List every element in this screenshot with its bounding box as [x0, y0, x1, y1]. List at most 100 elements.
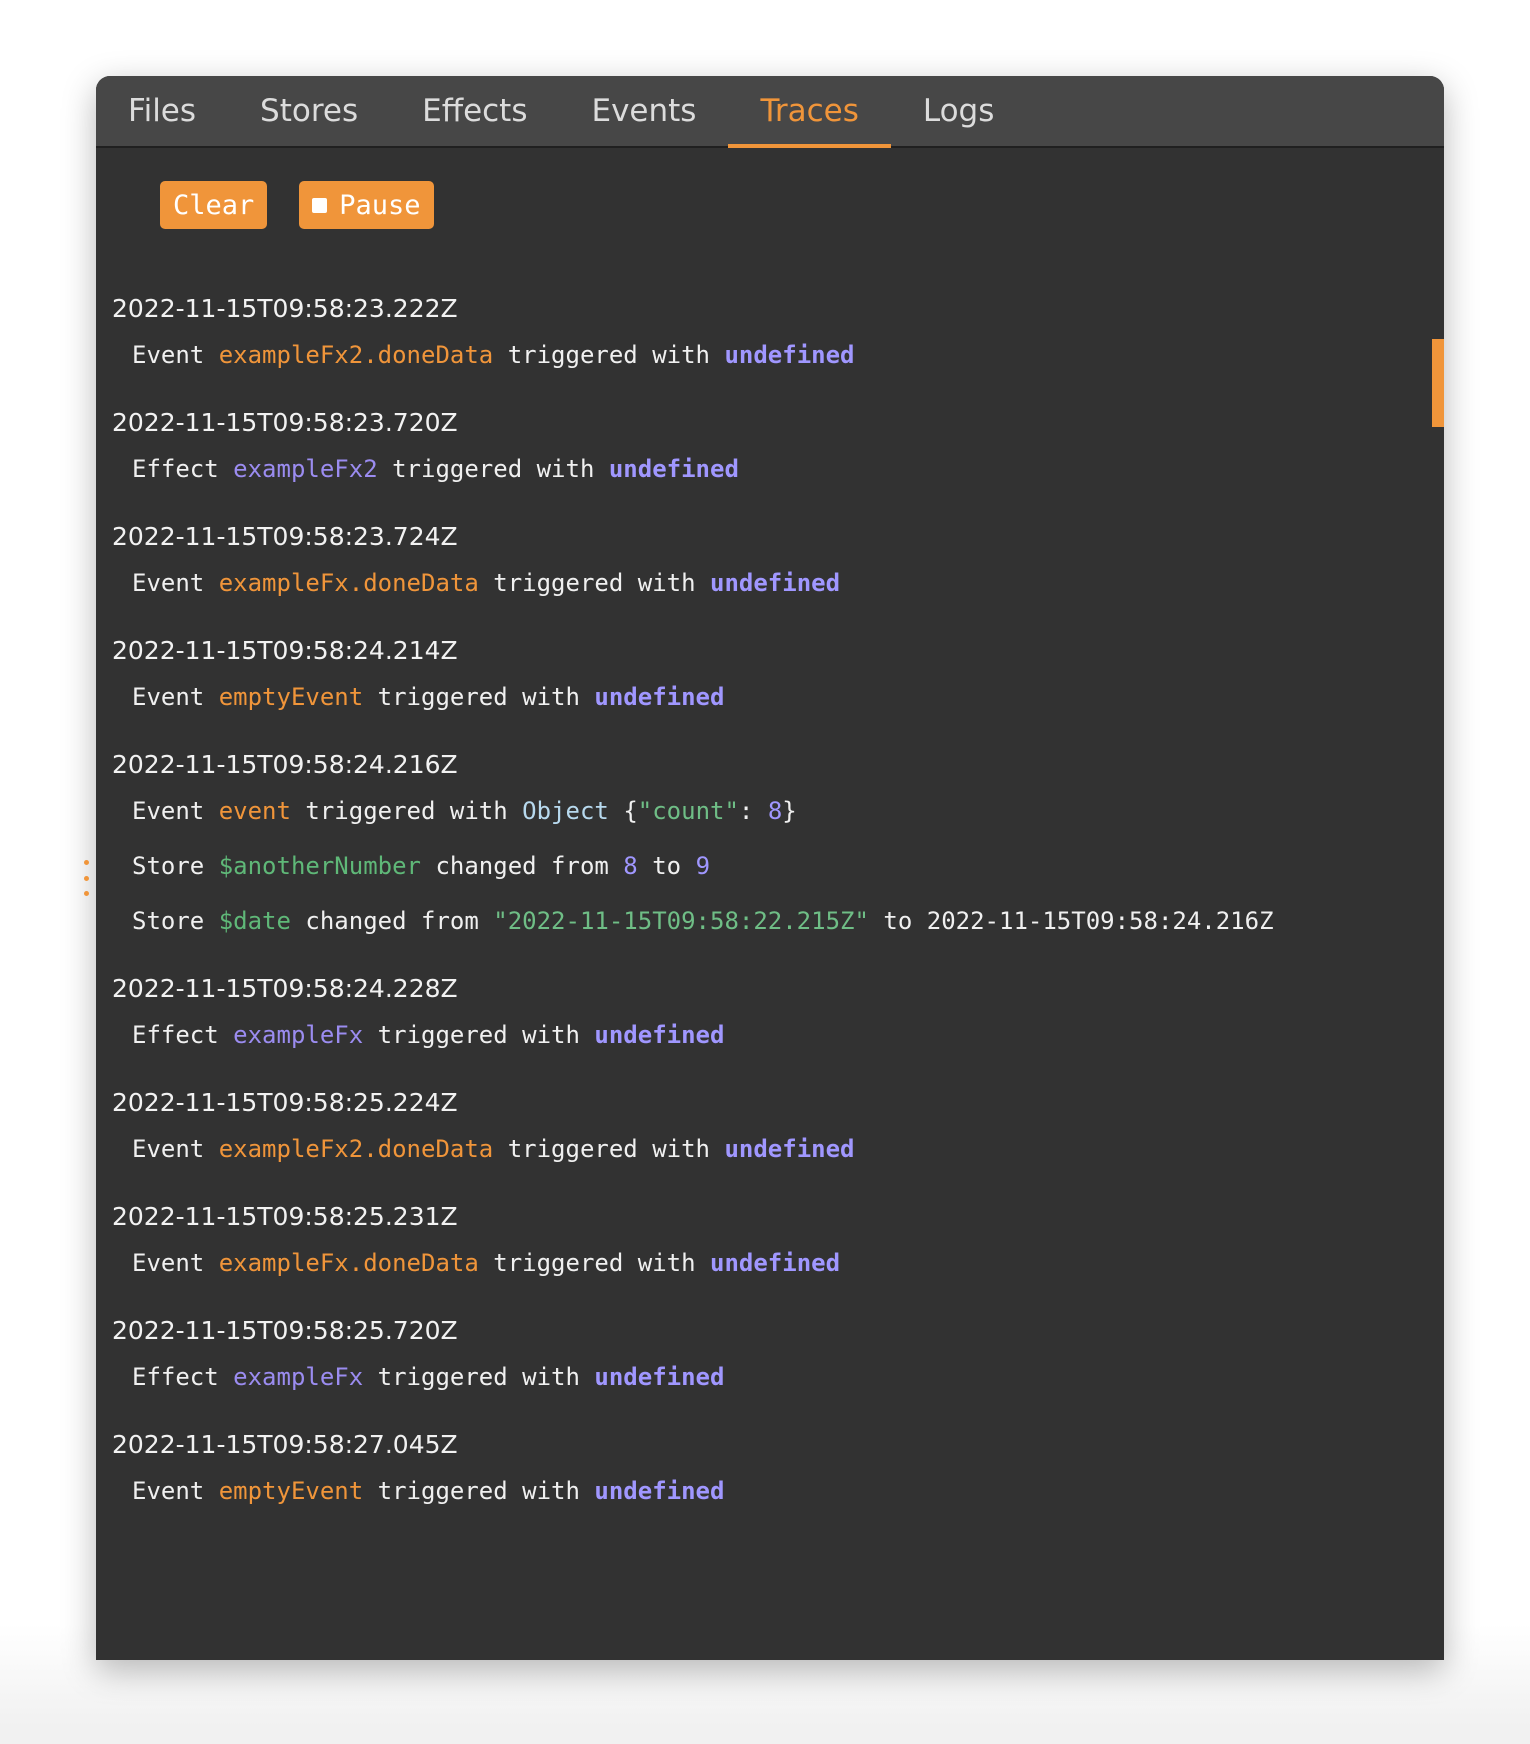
clear-button[interactable]: Clear — [160, 181, 268, 229]
trace-verb: triggered with — [392, 455, 595, 483]
scrollbar-thumb[interactable] — [1432, 339, 1444, 427]
trace-unit-name: exampleFx2 — [233, 455, 378, 483]
trace-unit-kind: Event — [132, 1477, 205, 1505]
tab-effects[interactable]: Effects — [390, 76, 559, 146]
trace-line: Effect exampleFx triggered with undefine… — [112, 1362, 1444, 1392]
trace-line: Effect exampleFx triggered with undefine… — [112, 1020, 1444, 1050]
trace-value: undefined — [608, 455, 739, 483]
trace-unit-kind: Event — [132, 797, 205, 825]
trace-verb: triggered with — [305, 797, 508, 825]
trace-from-value: "2022-11-15T09:58:22.215Z" — [493, 907, 869, 935]
trace-entry: 2022-11-15T09:58:24.216Z Event event trig… — [112, 750, 1444, 936]
tab-stores[interactable]: Stores — [228, 76, 390, 146]
trace-entry: 2022-11-15T09:58:25.720Z Effect exampleFx… — [112, 1316, 1444, 1392]
trace-unit-name: exampleFx.doneData — [218, 569, 479, 597]
trace-timestamp: 2022-11-15T09:58:23.222Z — [112, 294, 458, 323]
trace-timestamp: 2022-11-15T09:58:25.224Z — [112, 1088, 458, 1117]
traces-toolbar: Clear Pause — [96, 148, 1444, 262]
trace-unit-kind: Event — [132, 341, 205, 369]
trace-line: Event exampleFx.doneData triggered with … — [112, 568, 1444, 598]
trace-value-key: "count" — [637, 797, 739, 825]
trace-to-word: to — [883, 907, 913, 935]
trace-unit-kind: Event — [132, 569, 205, 597]
trace-line: Event exampleFx2.doneData triggered with… — [112, 340, 1444, 370]
trace-unit-kind: Event — [132, 1135, 205, 1163]
trace-verb: triggered with — [377, 683, 580, 711]
trace-value: undefined — [710, 1249, 841, 1277]
trace-timestamp: 2022-11-15T09:58:24.214Z — [112, 636, 458, 665]
trace-unit-name: exampleFx2.doneData — [218, 1135, 494, 1163]
trace-verb: changed from — [305, 907, 479, 935]
trace-value: undefined — [710, 569, 841, 597]
trace-verb: triggered with — [377, 1021, 580, 1049]
trace-timestamp: 2022-11-15T09:58:23.724Z — [112, 522, 458, 551]
trace-line: Effect exampleFx2 triggered with undefin… — [112, 454, 1444, 484]
trace-to-word: to — [652, 852, 682, 880]
tab-traces[interactable]: Traces — [728, 76, 892, 148]
trace-line: Event exampleFx2.doneData triggered with… — [112, 1134, 1444, 1164]
trace-verb: triggered with — [377, 1477, 580, 1505]
trace-line: Event exampleFx.doneData triggered with … — [112, 1248, 1444, 1278]
trace-unit-name: $anotherNumber — [218, 852, 421, 880]
resize-handle-icon[interactable] — [82, 860, 90, 896]
trace-timestamp: 2022-11-15T09:58:23.720Z — [112, 408, 458, 437]
trace-entry: 2022-11-15T09:58:25.224Z Event exampleFx2… — [112, 1088, 1444, 1164]
trace-value: undefined — [594, 1477, 725, 1505]
trace-verb: triggered with — [507, 341, 710, 369]
stop-square-icon — [312, 197, 328, 213]
tab-logs[interactable]: Logs — [891, 76, 1027, 146]
trace-from-value: 8 — [623, 852, 638, 880]
tab-events[interactable]: Events — [560, 76, 729, 146]
trace-entry: 2022-11-15T09:58:25.231Z Event exampleFx.… — [112, 1202, 1444, 1278]
pause-button-label: Pause — [339, 189, 421, 221]
trace-unit-name: emptyEvent — [218, 683, 364, 711]
trace-unit-kind: Effect — [132, 1021, 219, 1049]
trace-unit-name: exampleFx — [233, 1363, 364, 1391]
trace-entry: 2022-11-15T09:58:24.228Z Effect exampleFx… — [112, 974, 1444, 1050]
trace-value: undefined — [724, 341, 855, 369]
trace-value-sep: : — [738, 797, 768, 825]
trace-unit-name: event — [218, 797, 291, 825]
trace-line: Store $date changed from "2022-11-15T09:… — [112, 906, 1444, 936]
trace-unit-kind: Store — [132, 907, 205, 935]
trace-verb: triggered with — [493, 569, 696, 597]
trace-entry: 2022-11-15T09:58:23.720Z Effect exampleFx… — [112, 408, 1444, 484]
trace-value: undefined — [724, 1135, 855, 1163]
tab-files[interactable]: Files — [128, 76, 228, 146]
trace-entry: 2022-11-15T09:58:23.222Z Event exampleFx2… — [112, 294, 1444, 370]
trace-value-type: Object — [522, 797, 609, 825]
trace-unit-name: exampleFx2.doneData — [218, 341, 494, 369]
devtools-panel: Files Stores Effects Events Traces Logs … — [96, 76, 1444, 1660]
trace-timestamp: 2022-11-15T09:58:24.228Z — [112, 974, 458, 1003]
trace-unit-name: emptyEvent — [218, 1477, 364, 1505]
trace-entry: 2022-11-15T09:58:24.214Z Event emptyEvent… — [112, 636, 1444, 712]
trace-verb: triggered with — [493, 1249, 696, 1277]
trace-unit-kind: Event — [132, 683, 205, 711]
trace-line: Store $anotherNumber changed from 8 to 9 — [112, 851, 1444, 881]
clear-button-label: Clear — [173, 189, 255, 221]
trace-timestamp: 2022-11-15T09:58:25.720Z — [112, 1316, 458, 1345]
trace-timestamp: 2022-11-15T09:58:24.216Z — [112, 750, 458, 779]
trace-unit-name: $date — [218, 907, 291, 935]
trace-verb: triggered with — [377, 1363, 580, 1391]
trace-value: undefined — [594, 683, 725, 711]
trace-verb: triggered with — [507, 1135, 710, 1163]
trace-entry: 2022-11-15T09:58:23.724Z Event exampleFx.… — [112, 522, 1444, 598]
tab-bar: Files Stores Effects Events Traces Logs — [96, 76, 1444, 148]
trace-log: 2022-11-15T09:58:23.222Z Event exampleFx2… — [96, 262, 1444, 1506]
trace-unit-name: exampleFx.doneData — [218, 1249, 479, 1277]
pause-button[interactable]: Pause — [299, 181, 434, 229]
trace-value-number: 8 — [767, 797, 783, 825]
trace-unit-kind: Store — [132, 852, 205, 880]
trace-value-brace: { — [623, 797, 638, 825]
trace-line: Event emptyEvent triggered with undefine… — [112, 1476, 1444, 1506]
trace-unit-kind: Event — [132, 1249, 205, 1277]
trace-unit-name: exampleFx — [233, 1021, 364, 1049]
trace-timestamp: 2022-11-15T09:58:25.231Z — [112, 1202, 458, 1231]
trace-value: undefined — [594, 1021, 725, 1049]
trace-unit-kind: Effect — [132, 455, 219, 483]
trace-timestamp: 2022-11-15T09:58:27.045Z — [112, 1430, 458, 1459]
trace-unit-kind: Effect — [132, 1363, 219, 1391]
trace-value: undefined — [594, 1363, 725, 1391]
trace-line: Event event triggered with Object {"coun… — [112, 796, 1444, 826]
